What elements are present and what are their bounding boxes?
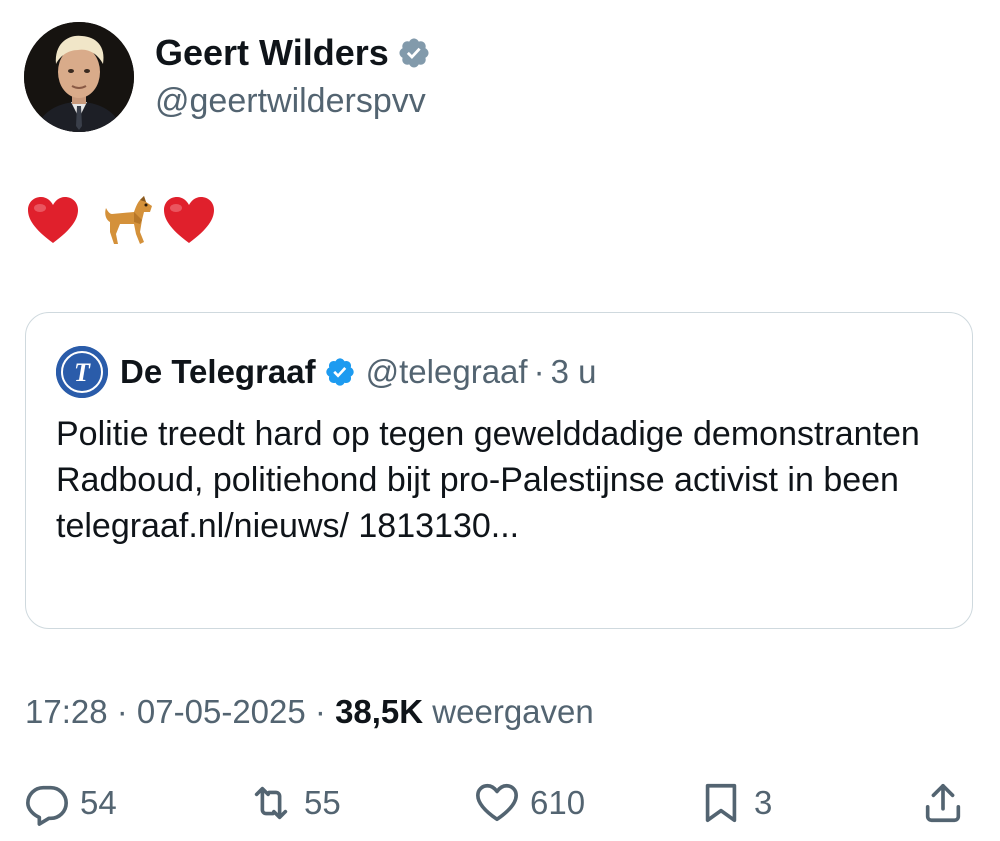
red-heart-icon bbox=[26, 195, 80, 250]
author-name[interactable]: Geert Wilders bbox=[155, 32, 431, 74]
avatar[interactable] bbox=[24, 22, 134, 132]
heart-icon bbox=[476, 783, 518, 822]
repost-icon bbox=[254, 786, 288, 820]
views-label: weergaven bbox=[423, 693, 594, 730]
share-button[interactable] bbox=[920, 780, 966, 826]
reply-button[interactable]: 54 bbox=[24, 780, 117, 826]
bookmark-count: 3 bbox=[754, 784, 773, 821]
red-heart-icon bbox=[162, 195, 216, 250]
repost-button[interactable]: 55 bbox=[248, 780, 341, 826]
action-bar: 54 55 610 3 bbox=[0, 770, 1000, 834]
dog-icon bbox=[100, 192, 156, 253]
quoted-author-name[interactable]: De Telegraaf bbox=[120, 353, 316, 391]
bookmark-icon bbox=[705, 783, 737, 823]
quoted-author-handle[interactable]: @telegraaf bbox=[366, 353, 528, 391]
quoted-tweet-text: Politie treedt hard op tegen gewelddadig… bbox=[56, 415, 920, 545]
bookmark-button[interactable]: 3 bbox=[698, 780, 772, 826]
share-icon bbox=[925, 783, 961, 823]
tweet-emojis bbox=[26, 192, 216, 252]
reply-icon bbox=[26, 785, 68, 826]
verified-badge-icon[interactable] bbox=[397, 36, 431, 70]
tweet-meta: 17:28 · 07-05-2025 · 38,5K weergaven bbox=[25, 693, 594, 731]
repost-count: 55 bbox=[304, 784, 341, 821]
author-handle[interactable]: @geertwilderspvv bbox=[155, 82, 426, 121]
tweet-date[interactable]: 07-05-2025 bbox=[137, 693, 306, 730]
like-count: 610 bbox=[530, 784, 586, 821]
separator: · bbox=[107, 693, 137, 730]
separator: · bbox=[305, 693, 336, 730]
verified-badge-icon[interactable] bbox=[324, 356, 356, 388]
svg-text:T: T bbox=[74, 358, 91, 387]
quoted-tweet-header: T De Telegraaf @telegraaf · 3 u bbox=[56, 346, 597, 398]
author-name-text[interactable]: Geert Wilders bbox=[155, 32, 389, 74]
separator: · bbox=[533, 353, 545, 390]
quoted-tweet-time[interactable]: 3 u bbox=[551, 353, 597, 391]
views-count: 38,5K bbox=[335, 693, 424, 730]
like-button[interactable]: 610 bbox=[474, 780, 585, 826]
telegraaf-logo-icon[interactable]: T bbox=[56, 346, 108, 398]
tweet-time[interactable]: 17:28 bbox=[25, 693, 108, 730]
reply-count: 54 bbox=[80, 784, 117, 821]
quoted-tweet-card[interactable]: T De Telegraaf @telegraaf · 3 u Politie … bbox=[25, 312, 973, 629]
